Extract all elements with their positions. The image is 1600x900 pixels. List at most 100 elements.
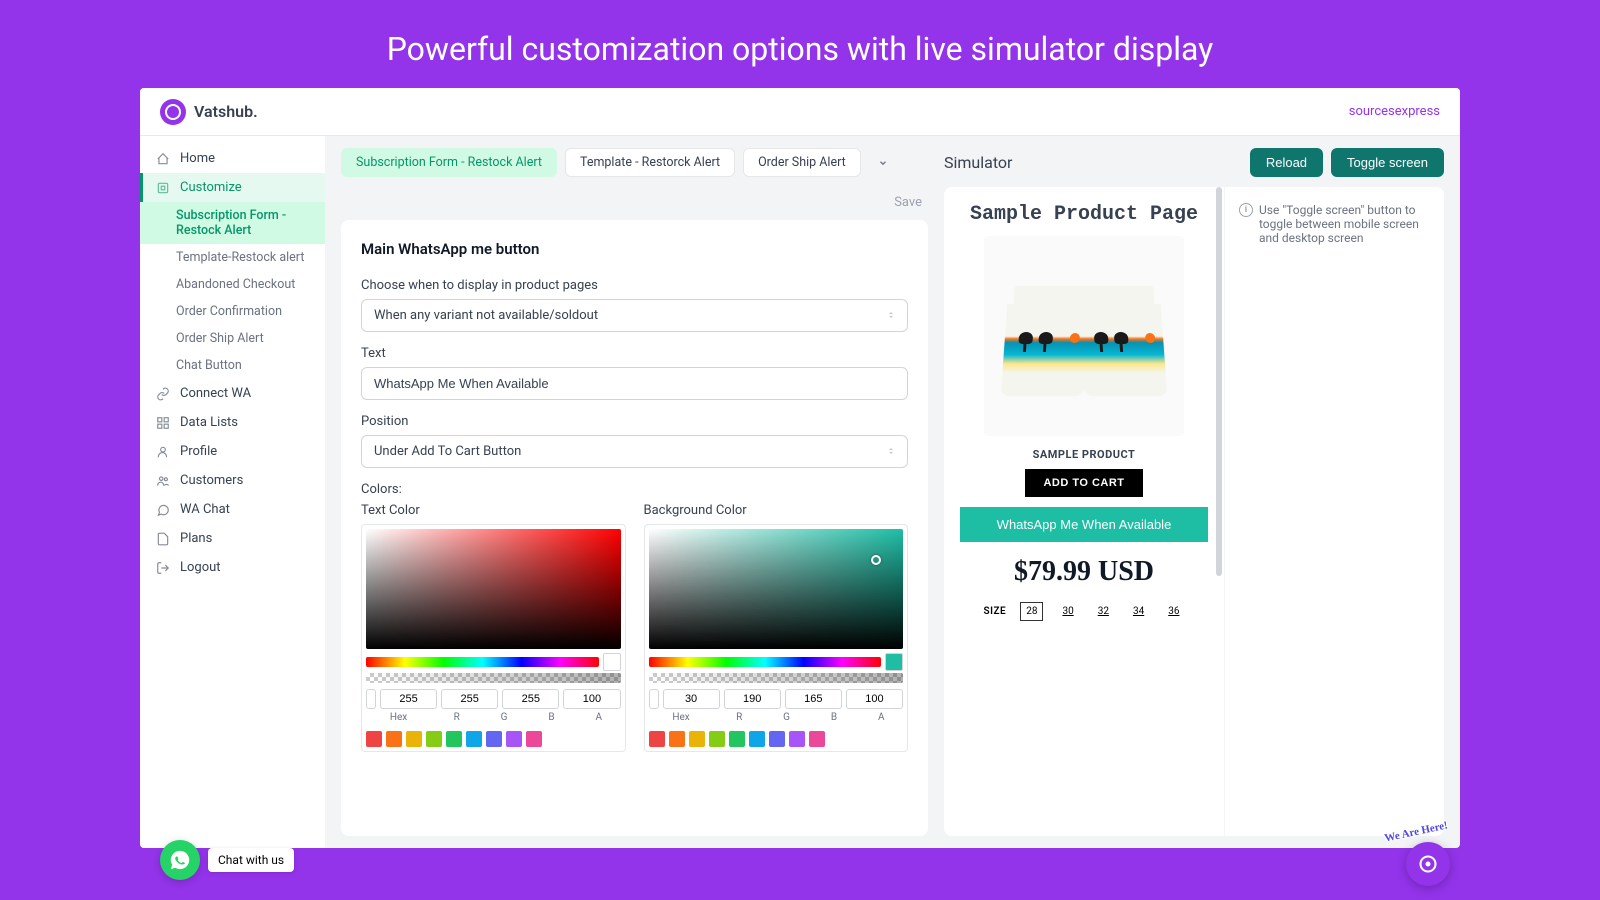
picker-cursor[interactable] [871, 555, 881, 565]
home-icon [156, 152, 170, 166]
swatch[interactable] [386, 731, 402, 747]
scrollbar[interactable] [1216, 187, 1222, 576]
size-option[interactable]: 32 [1093, 603, 1114, 620]
help-widget[interactable]: We Are Here! [1406, 842, 1450, 886]
alpha-slider[interactable] [649, 673, 904, 683]
sidebar-sub-abandoned[interactable]: Abandoned Checkout [140, 271, 325, 298]
tab-subscription[interactable]: Subscription Form - Restock Alert [341, 148, 557, 177]
left-column: Subscription Form - Restock Alert Templa… [341, 148, 928, 836]
sidebar-item-customize[interactable]: Customize [140, 173, 325, 202]
swatch[interactable] [709, 731, 725, 747]
tabs-more[interactable] [869, 153, 897, 172]
save-row: Save [341, 187, 928, 220]
hue-slider[interactable] [649, 657, 882, 667]
swatch[interactable] [526, 731, 542, 747]
tab-order-ship[interactable]: Order Ship Alert [743, 148, 861, 177]
swatch[interactable] [446, 731, 462, 747]
swatch[interactable] [749, 731, 765, 747]
swatch[interactable] [426, 731, 442, 747]
sidebar-item-label: Connect WA [180, 386, 251, 401]
swatch[interactable] [649, 731, 665, 747]
g-input[interactable] [724, 689, 781, 709]
tab-template[interactable]: Template - Restorck Alert [565, 148, 735, 177]
a-input[interactable] [846, 689, 903, 709]
help-chat-icon[interactable] [1406, 842, 1450, 886]
app-body: Home Customize Subscription Form - Resto… [140, 136, 1460, 848]
hex-input[interactable] [649, 689, 659, 709]
main-content: Subscription Form - Restock Alert Templa… [325, 136, 1460, 848]
grid-icon [156, 416, 170, 430]
swatch[interactable] [506, 731, 522, 747]
swatch[interactable] [769, 731, 785, 747]
bg-color-picker[interactable]: HexRGBA [644, 524, 909, 752]
current-swatch [885, 653, 903, 671]
sidebar-item-logout[interactable]: Logout [140, 553, 325, 582]
sidebar-item-datalists[interactable]: Data Lists [140, 408, 325, 437]
add-to-cart-button[interactable]: ADD TO CART [1025, 469, 1142, 497]
b-input[interactable] [785, 689, 842, 709]
display-select[interactable]: When any variant not available/soldout [361, 299, 908, 332]
toggle-screen-button[interactable]: Toggle screen [1331, 148, 1444, 177]
chevron-updown-icon [887, 444, 895, 459]
card-heading: Main WhatsApp me button [361, 240, 908, 258]
swatch[interactable] [689, 731, 705, 747]
swatch[interactable] [486, 731, 502, 747]
text-input[interactable] [361, 367, 908, 400]
size-option[interactable]: 34 [1128, 603, 1149, 620]
store-name[interactable]: sourcesexpress [1349, 104, 1440, 119]
swatch[interactable] [366, 731, 382, 747]
hue-slider[interactable] [366, 657, 599, 667]
sidebar-item-connect[interactable]: Connect WA [140, 379, 325, 408]
swatch[interactable] [809, 731, 825, 747]
sidebar: Home Customize Subscription Form - Resto… [140, 136, 325, 848]
a-input[interactable] [563, 689, 620, 709]
logo[interactable]: Vatshub. [160, 99, 258, 125]
product-image [984, 236, 1184, 436]
gradient-area[interactable] [366, 529, 621, 649]
right-column: Simulator Reload Toggle screen Sample Pr… [944, 148, 1444, 836]
swatch[interactable] [729, 731, 745, 747]
r-input[interactable] [380, 689, 437, 709]
alpha-slider[interactable] [366, 673, 621, 683]
sidebar-item-label: Data Lists [180, 415, 238, 430]
text-color-picker[interactable]: HexRGBA [361, 524, 626, 752]
hex-input[interactable] [366, 689, 376, 709]
display-label: Choose when to display in product pages [361, 278, 908, 293]
sidebar-item-home[interactable]: Home [140, 144, 325, 173]
save-button[interactable]: Save [894, 195, 922, 210]
sidebar-item-wachat[interactable]: WA Chat [140, 495, 325, 524]
g-input[interactable] [441, 689, 498, 709]
whatsapp-icon[interactable] [160, 840, 200, 880]
sidebar-sub-template[interactable]: Template-Restock alert [140, 244, 325, 271]
logout-icon [156, 561, 170, 575]
position-select[interactable]: Under Add To Cart Button [361, 435, 908, 468]
swatch[interactable] [789, 731, 805, 747]
swatch[interactable] [466, 731, 482, 747]
b-input[interactable] [502, 689, 559, 709]
size-option[interactable]: 36 [1163, 603, 1184, 620]
sidebar-item-plans[interactable]: Plans [140, 524, 325, 553]
sidebar-sub-order-ship[interactable]: Order Ship Alert [140, 325, 325, 352]
swatch[interactable] [669, 731, 685, 747]
gradient-area[interactable] [649, 529, 904, 649]
user-icon [156, 445, 170, 459]
sidebar-item-label: Logout [180, 560, 221, 575]
logo-icon [160, 99, 186, 125]
size-option[interactable]: 30 [1057, 603, 1078, 620]
size-option[interactable]: 28 [1020, 602, 1043, 621]
swatch-presets [366, 731, 621, 747]
sidebar-item-customers[interactable]: Customers [140, 466, 325, 495]
banner-heading: Powerful customization options with live… [0, 0, 1600, 88]
sidebar-item-profile[interactable]: Profile [140, 437, 325, 466]
chat-widget[interactable]: Chat with us [160, 840, 294, 880]
preview-page-title: Sample Product Page [960, 203, 1208, 226]
sidebar-item-label: Home [180, 151, 215, 166]
reload-button[interactable]: Reload [1250, 148, 1323, 177]
whatsapp-notify-button[interactable]: WhatsApp Me When Available [960, 507, 1208, 542]
sidebar-sub-subscription[interactable]: Subscription Form - Restock Alert [140, 202, 325, 244]
sidebar-sub-order-confirm[interactable]: Order Confirmation [140, 298, 325, 325]
sidebar-sub-chat-button[interactable]: Chat Button [140, 352, 325, 379]
r-input[interactable] [663, 689, 720, 709]
info-text: Use "Toggle screen" button to toggle bet… [1259, 203, 1430, 245]
swatch[interactable] [406, 731, 422, 747]
